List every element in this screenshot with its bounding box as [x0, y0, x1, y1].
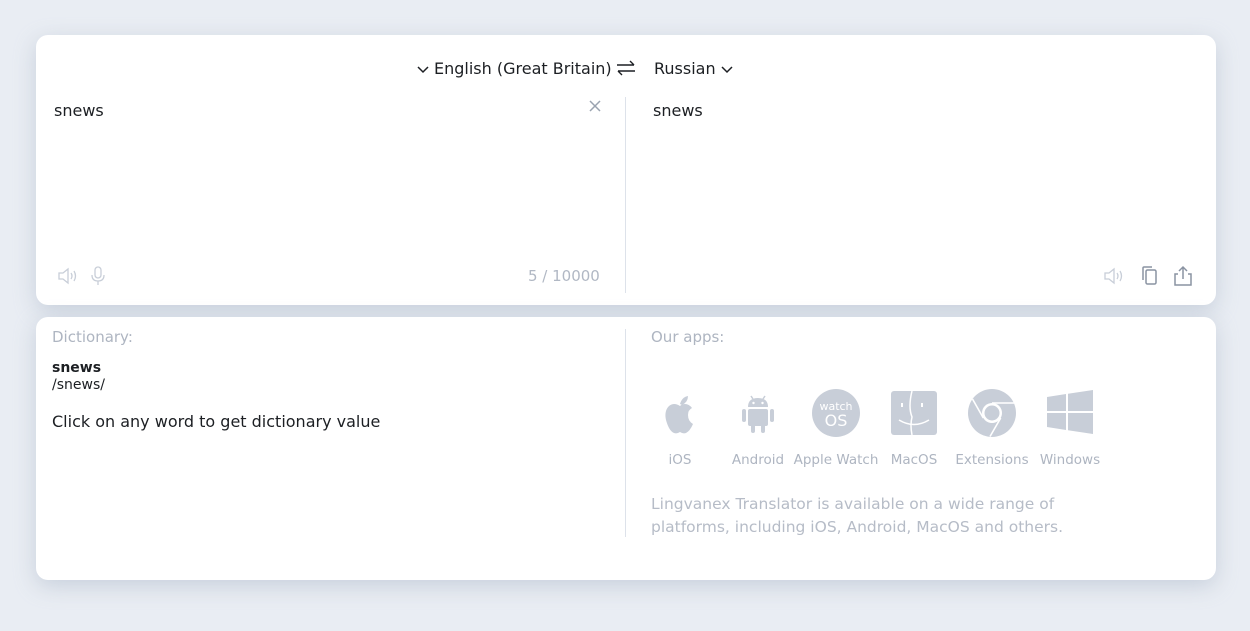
- app-ios[interactable]: iOS: [641, 387, 719, 468]
- app-label: Extensions: [955, 452, 1029, 468]
- copy-icon[interactable]: [1138, 265, 1162, 287]
- swap-arrows-icon[interactable]: [614, 57, 638, 79]
- app-android[interactable]: Android: [719, 387, 797, 468]
- app-label: MacOS: [890, 452, 938, 468]
- apps-label: Our apps:: [651, 328, 725, 346]
- dictionary-hint: Click on any word to get dictionary valu…: [52, 412, 381, 431]
- app-apple-watch[interactable]: watch OS Apple Watch: [794, 387, 878, 468]
- speaker-icon[interactable]: [56, 265, 80, 287]
- panel-divider: [625, 97, 626, 293]
- language-bar: English (Great Britain) Russian: [36, 55, 1216, 81]
- watchos-icon: watch OS: [812, 389, 860, 437]
- translator-card: English (Great Britain) Russian snews sn…: [36, 35, 1216, 305]
- chrome-icon: [968, 389, 1016, 437]
- app-windows[interactable]: Windows: [1031, 387, 1109, 468]
- finder-icon: [891, 390, 937, 436]
- speaker-icon[interactable]: [1102, 265, 1126, 287]
- app-label: Android: [731, 452, 785, 468]
- target-language-select[interactable]: Russian: [654, 59, 734, 78]
- share-icon[interactable]: [1171, 265, 1195, 287]
- target-language-label: Russian: [654, 59, 716, 78]
- apple-icon: [665, 396, 693, 434]
- chevron-down-icon: [417, 65, 429, 73]
- source-text-input[interactable]: snews: [54, 101, 104, 120]
- app-extensions[interactable]: Extensions: [953, 387, 1031, 468]
- info-card: Dictionary: snews /snews/ Click on any w…: [36, 317, 1216, 580]
- android-icon: [742, 395, 774, 433]
- section-divider: [625, 329, 626, 537]
- source-language-label: English (Great Britain): [434, 59, 612, 78]
- source-language-select[interactable]: English (Great Britain): [416, 59, 612, 78]
- chevron-down-icon: [721, 65, 733, 73]
- dictionary-transcription: /snews/: [52, 377, 105, 393]
- apps-list: iOS Android watch OS Apple Watch MacOS E…: [641, 387, 1109, 468]
- app-label: iOS: [668, 452, 692, 468]
- svg-text:OS: OS: [825, 411, 848, 430]
- windows-icon: [1047, 390, 1093, 434]
- microphone-icon[interactable]: [86, 265, 110, 287]
- dictionary-word: snews: [52, 360, 102, 376]
- app-macos[interactable]: MacOS: [875, 387, 953, 468]
- app-label: Apple Watch: [793, 452, 879, 468]
- apps-description: Lingvanex Translator is available on a w…: [651, 495, 1064, 536]
- dictionary-label: Dictionary:: [52, 328, 133, 346]
- translation-output: snews: [653, 101, 703, 120]
- close-icon[interactable]: [587, 98, 603, 114]
- app-label: Windows: [1039, 452, 1101, 468]
- character-counter: 5 / 10000: [528, 267, 600, 285]
